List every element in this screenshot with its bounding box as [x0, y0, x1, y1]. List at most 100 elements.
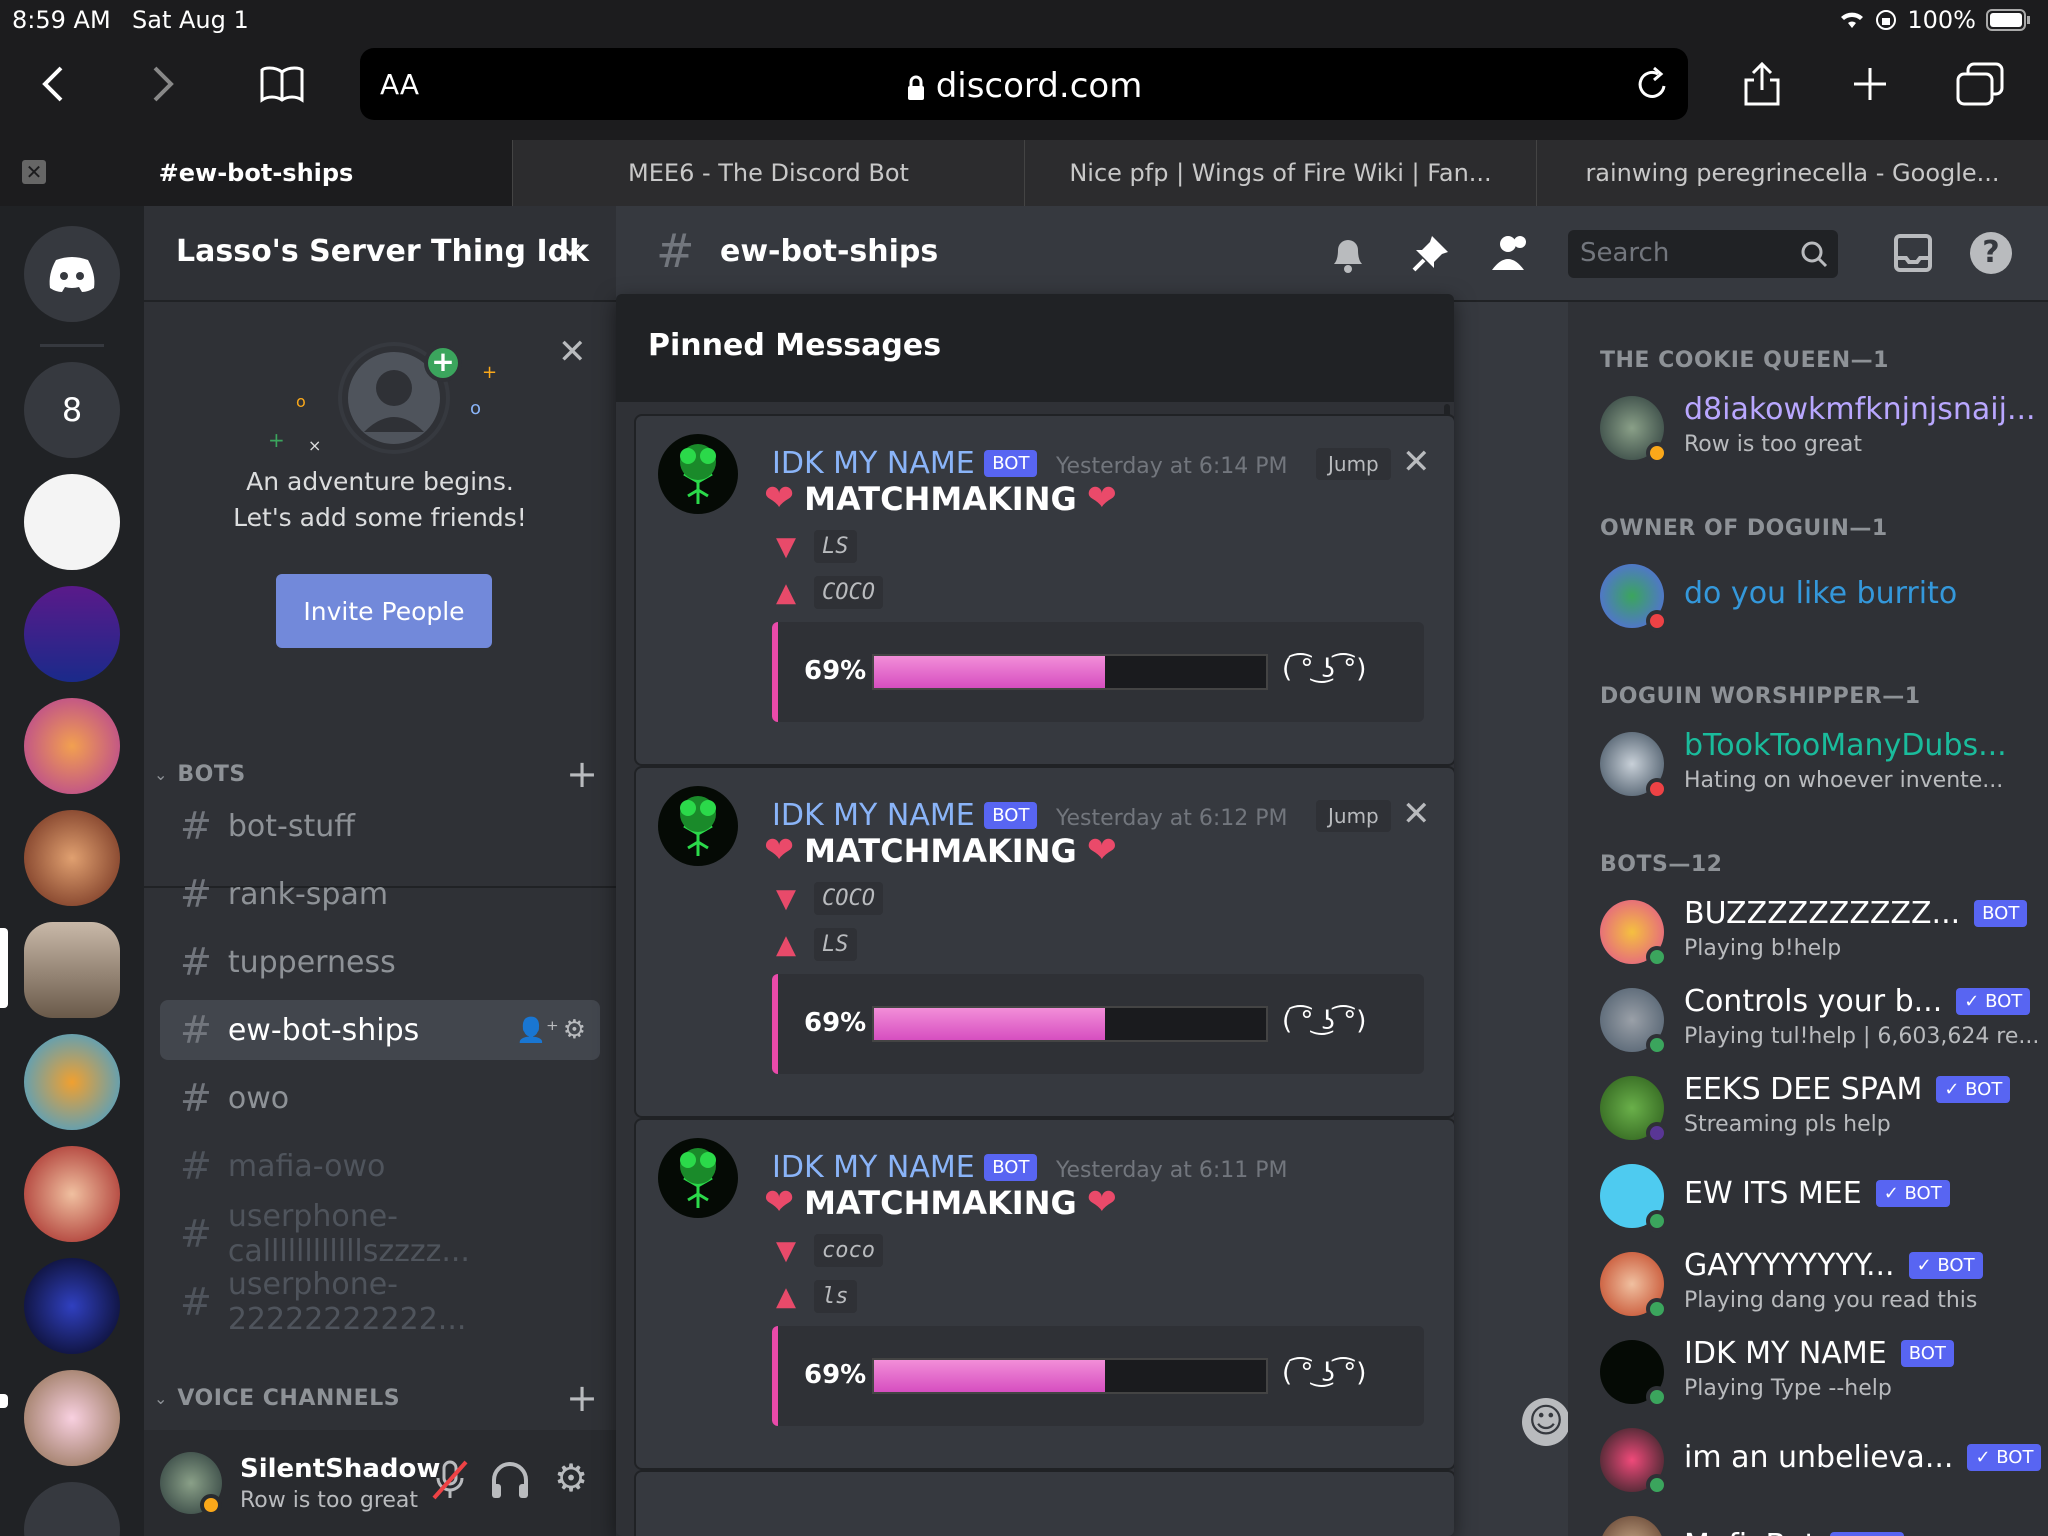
- up-triangle-icon: ▲: [776, 929, 796, 960]
- avatar[interactable]: [658, 434, 738, 514]
- bell-icon[interactable]: [1328, 232, 1368, 274]
- avatar[interactable]: [658, 1138, 738, 1218]
- lock-icon: [906, 75, 926, 101]
- jump-button[interactable]: Jump: [1316, 448, 1391, 480]
- channel-ew-bot-ships[interactable]: # ew-bot-ships 👤⁺ ⚙: [160, 1000, 600, 1060]
- invite-member-icon[interactable]: 👤⁺: [516, 1016, 559, 1044]
- user-settings-gear-icon[interactable]: ⚙: [554, 1456, 588, 1500]
- server-icon-heteros[interactable]: [24, 586, 120, 682]
- channel-tupperness[interactable]: # tupperness: [160, 932, 600, 992]
- back-button[interactable]: [24, 54, 84, 114]
- channel-mafia-owo[interactable]: # mafia-owo: [160, 1136, 600, 1196]
- pinned-message-card[interactable]: IDK MY NAME BOT Yesterday at 6:11 PM ❤ M…: [634, 1118, 1454, 1470]
- jump-button[interactable]: Jump: [1316, 800, 1391, 832]
- member-activity: Row is too great: [1684, 432, 1863, 457]
- invite-text: An adventure begins. Let's add some frie…: [144, 464, 616, 536]
- tabs-overview-icon[interactable]: [1950, 54, 2010, 114]
- unpin-close-icon[interactable]: ✕: [1402, 442, 1431, 482]
- up-name: LS: [814, 928, 857, 961]
- channel-settings-icon[interactable]: ⚙: [563, 1015, 586, 1045]
- invite-people-button[interactable]: Invite People: [276, 574, 492, 648]
- member-item[interactable]: do you like burrito: [1600, 556, 2030, 636]
- share-icon[interactable]: [1732, 54, 1792, 114]
- tab-ew-bot-ships[interactable]: ✕ #ew-bot-ships: [0, 140, 512, 206]
- category-label: VOICE CHANNELS: [177, 1385, 401, 1411]
- tab-google[interactable]: rainwing peregrinecella - Google...: [1536, 140, 2048, 206]
- author-name: IDK MY NAME: [772, 1150, 975, 1185]
- member-item[interactable]: d8iakowkmfknjnjsnaij... Row is too great: [1600, 388, 2036, 468]
- server-icon-character[interactable]: [24, 810, 120, 906]
- tab-label: rainwing peregrinecella - Google...: [1585, 159, 2000, 187]
- inbox-icon[interactable]: [1892, 232, 1934, 274]
- unread-dm-badge[interactable]: 8: [24, 362, 120, 458]
- member-item[interactable]: im an unbelieva... ✓ BOT: [1600, 1420, 2042, 1500]
- add-channel-icon[interactable]: +: [566, 752, 598, 796]
- member-list: THE COOKIE QUEEN—1 d8iakowkmfknjnjsnaij.…: [1568, 302, 2048, 1536]
- mute-mic-icon[interactable]: [430, 1458, 470, 1502]
- member-item[interactable]: IDK MY NAME BOT Playing Type --help: [1600, 1332, 2030, 1412]
- lenny-face: ( ͡° ͜ʖ ͡°): [1282, 1358, 1367, 1388]
- server-icon-red[interactable]: [24, 1146, 120, 1242]
- member-item[interactable]: GAYYYYYYYY... ✓ BOT Playing dang you rea…: [1600, 1244, 2030, 1324]
- member-item[interactable]: MafiaBot ✓ BOT: [1600, 1508, 2030, 1536]
- browser-toolbar: AA discord.com: [0, 40, 2048, 140]
- pinned-message-card[interactable]: IDK MY NAME BOT Yesterday at 6:12 PM Jum…: [634, 766, 1454, 1118]
- pin-icon[interactable]: [1410, 232, 1452, 274]
- headphones-icon[interactable]: [490, 1460, 530, 1500]
- tab-wings-of-fire[interactable]: Nice pfp | Wings of Fire Wiki | Fan...: [1024, 140, 1536, 206]
- member-name: d8iakowkmfknjnjsnaij...: [1684, 392, 2036, 427]
- tab-mee6[interactable]: MEE6 - The Discord Bot: [512, 140, 1024, 206]
- channel-bot-stuff[interactable]: # bot-stuff: [160, 796, 600, 856]
- idle-status-icon: [1646, 442, 1668, 464]
- server-icon-active[interactable]: [24, 922, 120, 1018]
- server-header[interactable]: Lasso's Server Thing Idk: [144, 206, 616, 302]
- pinned-message-card[interactable]: [634, 1470, 1454, 1536]
- help-icon[interactable]: ?: [1970, 232, 2012, 274]
- close-icon[interactable]: ✕: [558, 332, 587, 372]
- chevron-down-icon[interactable]: [558, 242, 582, 258]
- up-arrow-row: ▲ ls: [776, 1280, 857, 1313]
- channel-userphone-call[interactable]: # userphone-callllllllllllszzzz...: [160, 1199, 600, 1269]
- member-item[interactable]: BUZZZZZZZZZZ... BOT Playing b!help: [1600, 892, 2030, 972]
- battery-icon: [1986, 9, 2032, 31]
- channel-label: mafia-owo: [227, 1148, 386, 1184]
- server-icon-princess[interactable]: [24, 1370, 120, 1466]
- online-status-icon: [1646, 1298, 1668, 1320]
- bookmarks-icon[interactable]: [252, 54, 312, 114]
- forward-button[interactable]: [132, 54, 192, 114]
- close-tab-icon[interactable]: ✕: [22, 160, 46, 184]
- pinned-message-card[interactable]: IDK MY NAME BOT Yesterday at 6:14 PM Jum…: [634, 414, 1454, 766]
- unpin-close-icon[interactable]: ✕: [1402, 794, 1431, 834]
- address-bar[interactable]: AA discord.com: [360, 48, 1688, 120]
- member-item[interactable]: EW ITS MEE ✓ BOT: [1600, 1156, 2030, 1236]
- add-channel-icon[interactable]: +: [566, 1376, 598, 1420]
- search-input[interactable]: Search: [1568, 230, 1838, 278]
- bot-badge: ✓ BOT: [1830, 1532, 1905, 1536]
- server-folder[interactable]: [24, 1482, 120, 1536]
- member-item[interactable]: Controls your b... ✓ BOT Playing tul!hel…: [1600, 980, 2039, 1060]
- up-name: ls: [814, 1280, 857, 1313]
- member-list-icon[interactable]: [1488, 232, 1534, 274]
- avatar[interactable]: [658, 786, 738, 866]
- discord-home-icon[interactable]: [24, 226, 120, 322]
- channel-rank-spam[interactable]: # rank-spam: [160, 864, 600, 924]
- member-item[interactable]: EEKS DEE SPAM ✓ BOT Streaming pls help: [1600, 1068, 2030, 1148]
- server-icon-fox[interactable]: [24, 1034, 120, 1130]
- channel-userphone-2[interactable]: # userphone-22222222222...: [160, 1267, 600, 1337]
- emoji-picker-icon[interactable]: ☺: [1522, 1398, 1570, 1446]
- category-voice[interactable]: ⌄ VOICE CHANNELS +: [154, 1376, 598, 1420]
- server-icon-blue[interactable]: [24, 1258, 120, 1354]
- heart-icon: ❤: [764, 830, 795, 871]
- category-bots[interactable]: ⌄ BOTS +: [154, 752, 598, 796]
- channel-owo[interactable]: # owo: [160, 1068, 600, 1128]
- member-item[interactable]: bTookTooManyDubs... Hating on whoever in…: [1600, 724, 2030, 804]
- message-author[interactable]: IDK MY NAME BOT: [772, 446, 1038, 481]
- message-author[interactable]: IDK MY NAME BOT: [772, 1150, 1038, 1185]
- url-text: discord.com: [360, 66, 1688, 106]
- bot-badge: BOT: [984, 450, 1038, 477]
- message-author[interactable]: IDK MY NAME BOT: [772, 798, 1038, 833]
- server-icon-code[interactable]: [24, 474, 120, 570]
- server-icon-owl[interactable]: [24, 698, 120, 794]
- new-tab-icon[interactable]: [1840, 54, 1900, 114]
- reload-icon[interactable]: [1634, 64, 1670, 104]
